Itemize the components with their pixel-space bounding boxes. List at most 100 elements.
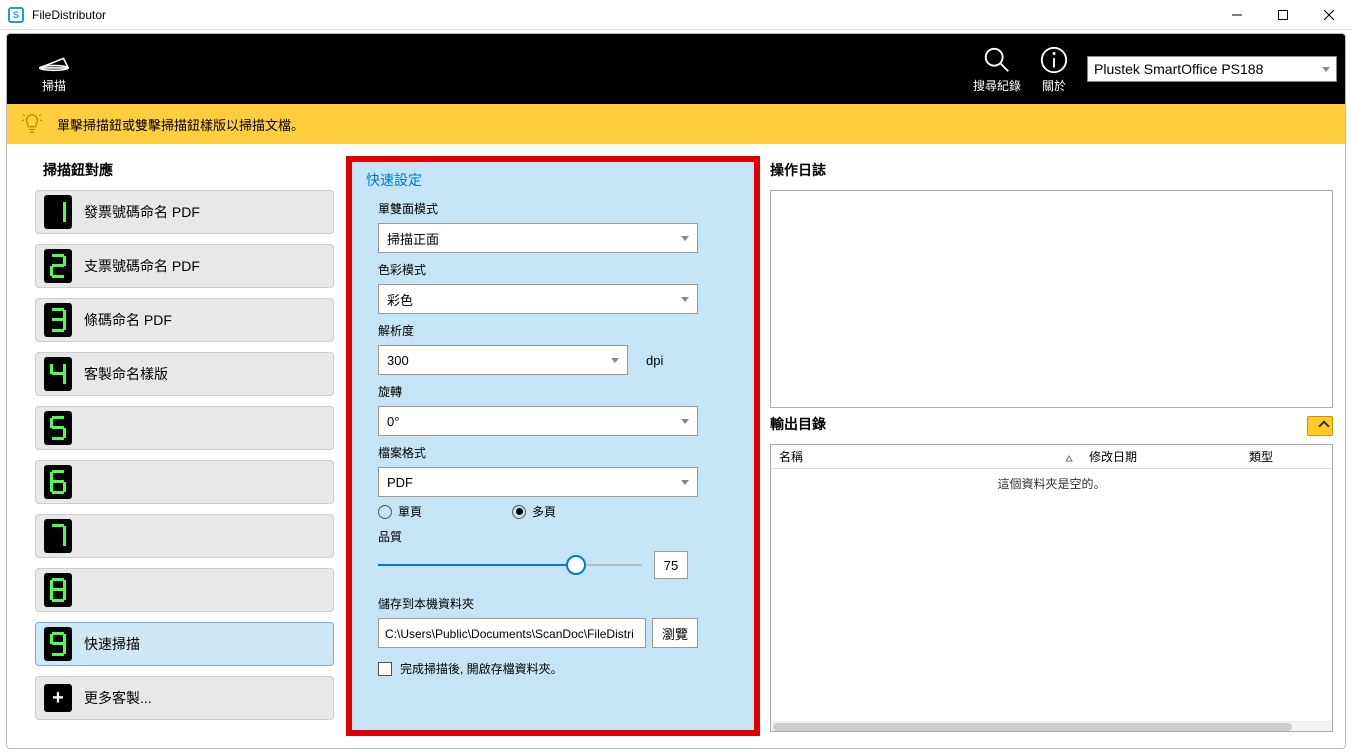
rotate-value: 0° xyxy=(387,414,399,429)
quality-label: 品質 xyxy=(378,528,740,545)
more-presets-button[interactable]: + 更多客製... xyxy=(35,676,334,720)
chevron-down-icon xyxy=(681,236,689,241)
open-output-folder-button[interactable] xyxy=(1307,416,1333,436)
app-title: FileDistributor xyxy=(32,8,106,22)
title-bar: S FileDistributor xyxy=(0,0,1352,30)
digit-icon xyxy=(44,519,72,553)
save-folder-label: 儲存到本機資料夾 xyxy=(378,595,740,612)
scanner-select-value: Plustek SmartOffice PS188 xyxy=(1094,61,1263,77)
output-dir-title: 輸出目錄 xyxy=(770,414,826,434)
color-select[interactable]: 彩色 xyxy=(378,284,698,314)
rotate-select[interactable]: 0° xyxy=(378,406,698,436)
digit-icon xyxy=(44,411,72,445)
browse-label: 瀏覽 xyxy=(662,624,688,643)
preset-label: 客製命名樣版 xyxy=(84,364,168,384)
close-button[interactable] xyxy=(1306,0,1352,30)
window-controls xyxy=(1214,0,1352,30)
format-value: PDF xyxy=(387,475,413,490)
quick-settings-panel: 快速設定 單雙面模式 掃描正面 色彩模式 彩色 解析度 xyxy=(346,156,760,736)
single-page-radio[interactable]: 單頁 xyxy=(378,503,422,520)
multi-page-label: 多頁 xyxy=(532,503,556,520)
col-type[interactable]: 類型 xyxy=(1241,448,1332,465)
chevron-down-icon xyxy=(681,297,689,302)
open-folder-label: 完成掃描後, 開啟存檔資料夾。 xyxy=(400,660,563,677)
col-type-label: 類型 xyxy=(1249,450,1273,464)
digit-icon xyxy=(44,465,72,499)
col-date[interactable]: 修改日期 xyxy=(1081,448,1241,465)
open-folder-checkbox[interactable] xyxy=(378,662,392,676)
resolution-label: 解析度 xyxy=(378,322,740,339)
settings-pane: 快速設定 單雙面模式 掃描正面 色彩模式 彩色 解析度 xyxy=(344,152,762,740)
duplex-value: 掃描正面 xyxy=(387,229,439,248)
preset-button-2[interactable]: 支票號碼命名 PDF xyxy=(35,244,334,288)
resolution-value: 300 xyxy=(387,353,409,368)
col-name[interactable]: 名稱 xyxy=(771,448,1081,465)
col-date-label: 修改日期 xyxy=(1089,450,1137,464)
col-name-label: 名稱 xyxy=(779,450,803,464)
preset-button-6[interactable] xyxy=(35,460,334,504)
duplex-label: 單雙面模式 xyxy=(378,200,740,217)
rotate-label: 旋轉 xyxy=(378,383,740,400)
preset-label: 快速掃描 xyxy=(84,634,140,654)
radio-icon xyxy=(378,505,392,519)
color-label: 色彩模式 xyxy=(378,261,740,278)
preset-button-3[interactable]: 條碼命名 PDF xyxy=(35,298,334,342)
horizontal-scrollbar[interactable] xyxy=(771,721,1332,731)
digit-icon xyxy=(44,627,72,661)
scan-button-label: 掃描 xyxy=(42,77,66,94)
quality-value[interactable]: 75 xyxy=(654,551,688,579)
about-button[interactable]: 關於 xyxy=(1039,45,1069,94)
hint-text: 單擊掃描鈕或雙擊掃描鈕樣版以掃描文檔。 xyxy=(57,115,304,134)
single-page-label: 單頁 xyxy=(398,503,422,520)
preset-button-5[interactable] xyxy=(35,406,334,450)
lightbulb-icon xyxy=(21,113,43,135)
preset-label: 條碼命名 PDF xyxy=(84,310,172,330)
scan-button[interactable]: 掃描 xyxy=(35,45,73,94)
preset-button-1[interactable]: 發票號碼命名 PDF xyxy=(35,190,334,234)
preset-button-7[interactable] xyxy=(35,514,334,558)
output-dir-empty: 這個資料夾是空的。 xyxy=(771,469,1332,498)
digit-icon xyxy=(44,303,72,337)
preset-button-4[interactable]: 客製命名樣版 xyxy=(35,352,334,396)
duplex-select[interactable]: 掃描正面 xyxy=(378,223,698,253)
scanner-select[interactable]: Plustek SmartOffice PS188 xyxy=(1087,56,1337,82)
quality-slider[interactable] xyxy=(378,564,642,566)
minimize-button[interactable] xyxy=(1214,0,1260,30)
preset-label: 支票號碼命名 PDF xyxy=(84,256,200,276)
color-value: 彩色 xyxy=(387,290,413,309)
format-select[interactable]: PDF xyxy=(378,467,698,497)
chevron-down-icon xyxy=(1322,67,1330,72)
resolution-select[interactable]: 300 xyxy=(378,345,628,375)
info-icon xyxy=(1039,45,1069,75)
format-label: 檔案格式 xyxy=(378,444,740,461)
save-path-input[interactable]: C:\Users\Public\Documents\ScanDoc\FileDi… xyxy=(378,618,646,648)
digit-icon xyxy=(44,249,72,283)
digit-icon xyxy=(44,573,72,607)
right-pane: 操作日誌 輸出目錄 名稱 修改日期 類型 這個資料夾是 xyxy=(766,152,1337,740)
slider-thumb[interactable] xyxy=(566,555,586,575)
browse-button[interactable]: 瀏覽 xyxy=(652,618,698,648)
top-toolbar: 掃描 搜尋紀錄 關於 Plustek SmartOffice PS188 xyxy=(7,34,1345,104)
sort-asc-icon xyxy=(1065,452,1073,466)
preset-button-9[interactable]: 快速掃描 xyxy=(35,622,334,666)
maximize-button[interactable] xyxy=(1260,0,1306,30)
hint-bar: 單擊掃描鈕或雙擊掃描鈕樣版以掃描文檔。 xyxy=(7,104,1345,144)
about-label: 關於 xyxy=(1042,77,1066,94)
preset-label: 發票號碼命名 PDF xyxy=(84,202,200,222)
chevron-down-icon xyxy=(611,358,619,363)
search-history-button[interactable]: 搜尋紀錄 xyxy=(973,45,1021,94)
preset-title: 掃描鈕對應 xyxy=(43,160,334,180)
log-box[interactable] xyxy=(770,190,1333,408)
search-icon xyxy=(982,45,1012,75)
multi-page-radio[interactable]: 多頁 xyxy=(512,503,556,520)
main-content: 掃描鈕對應 發票號碼命名 PDF 支票號碼命名 PDF 條碼命名 PDF 客製命名樣版… xyxy=(7,144,1345,748)
search-history-label: 搜尋紀錄 xyxy=(973,77,1021,94)
output-dir-list: 名稱 修改日期 類型 這個資料夾是空的。 xyxy=(770,444,1333,732)
chevron-down-icon xyxy=(681,419,689,424)
app-icon: S xyxy=(8,7,24,23)
log-title: 操作日誌 xyxy=(770,160,1333,180)
more-presets-label: 更多客製... xyxy=(84,688,152,708)
radio-icon xyxy=(512,505,526,519)
settings-title: 快速設定 xyxy=(366,170,740,190)
preset-button-8[interactable] xyxy=(35,568,334,612)
